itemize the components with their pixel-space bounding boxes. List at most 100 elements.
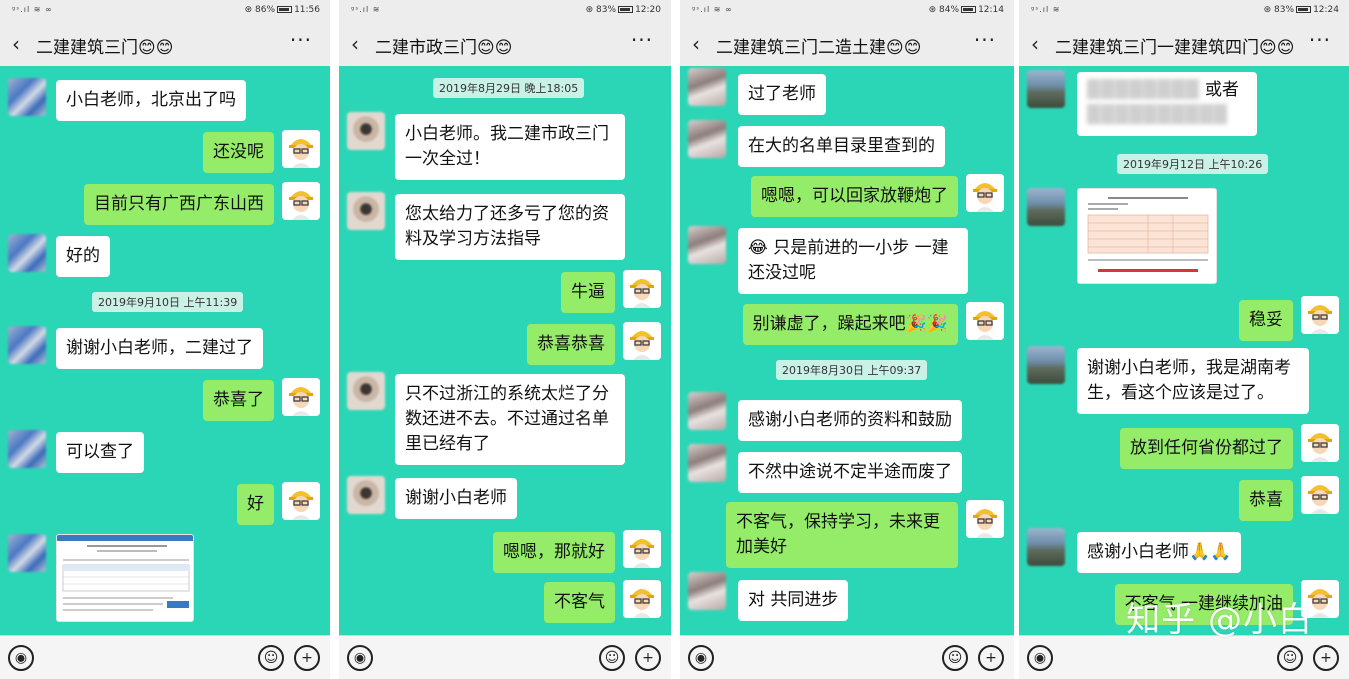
battery-label: ⊛ 83% <box>585 5 617 15</box>
my-avatar[interactable] <box>623 270 661 308</box>
input-bar: ◉ ☺ + <box>0 635 330 679</box>
my-avatar[interactable] <box>1301 296 1339 334</box>
back-icon[interactable]: ‹ <box>12 32 20 56</box>
message-in: 谢谢小白老师，二建过了 <box>56 328 263 369</box>
contact-avatar[interactable] <box>8 430 46 468</box>
contact-avatar[interactable] <box>688 226 726 264</box>
my-avatar[interactable] <box>282 482 320 520</box>
message-out: 放到任何省份都过了 <box>1120 428 1293 469</box>
message-out: 不客气，保持学习，未来更加美好 <box>726 502 958 568</box>
title-bar: ‹ 二建建筑三门一建建筑四门😊😊 ··· <box>1019 22 1349 66</box>
emoji-icon[interactable]: ☺ <box>599 645 625 671</box>
screenshot-collage: ᵍˢ.ıl ≋ ∞ ⊛ 86% 11:56 ‹ 二建建筑三门😊😊 ··· 小白老师… <box>0 0 1349 679</box>
my-avatar[interactable] <box>966 302 1004 340</box>
my-avatar[interactable] <box>623 530 661 568</box>
message-out: 还没呢 <box>203 132 274 173</box>
message-in: 对 共同进步 <box>738 580 849 621</box>
chat-area[interactable]: 2019年8月29日 晚上18:05 小白老师。我二建市政三门一次全过！ 您太给… <box>339 66 671 635</box>
contact-avatar[interactable] <box>1027 528 1065 566</box>
contact-avatar[interactable] <box>1027 346 1065 384</box>
more-icon[interactable]: ··· <box>974 28 996 52</box>
message-in: 😂 只是前进的一小步 一建还没过呢 <box>738 228 968 294</box>
emoji-icon[interactable]: ☺ <box>1277 645 1303 671</box>
status-right: ⊛ 83% 12:24 <box>1264 5 1339 15</box>
my-avatar[interactable] <box>623 322 661 360</box>
contact-avatar[interactable] <box>8 326 46 364</box>
chat-panel-1: ᵍˢ.ıl ≋ ∞ ⊛ 86% 11:56 ‹ 二建建筑三门😊😊 ··· 小白老师… <box>0 0 330 679</box>
emoji-icon[interactable]: ☺ <box>258 645 284 671</box>
message-in: 小白老师，北京出了吗 <box>56 80 246 121</box>
redacted-text: ████████ <box>1087 80 1200 100</box>
message-in: 只不过浙江的系统太烂了分数还进不去。不过通过名单里已经有了 <box>395 374 625 465</box>
my-avatar[interactable] <box>623 580 661 618</box>
signal-icons: ᵍˢ.ıl ≋ ∞ <box>692 5 733 14</box>
plus-icon[interactable]: + <box>635 645 661 671</box>
message-text: 或者 <box>1205 80 1239 100</box>
clock: 12:14 <box>978 5 1004 15</box>
clock: 11:56 <box>294 5 320 15</box>
my-avatar[interactable] <box>966 174 1004 212</box>
timestamp: 2019年8月30日 上午09:37 <box>776 360 928 380</box>
contact-avatar[interactable] <box>347 476 385 514</box>
message-in: 可以查了 <box>56 432 144 473</box>
contact-avatar[interactable] <box>8 234 46 272</box>
more-icon[interactable]: ··· <box>290 28 312 52</box>
back-icon[interactable]: ‹ <box>351 32 359 56</box>
voice-icon[interactable]: ◉ <box>1027 645 1053 671</box>
voice-icon[interactable]: ◉ <box>8 645 34 671</box>
status-right: ⊛ 84% 12:14 <box>929 5 1004 15</box>
plus-icon[interactable]: + <box>294 645 320 671</box>
voice-icon[interactable]: ◉ <box>347 645 373 671</box>
signal-icons: ᵍˢ.ıl ≋ <box>351 5 381 14</box>
my-avatar[interactable] <box>282 378 320 416</box>
clock: 12:24 <box>1313 5 1339 15</box>
image-message-score-table[interactable] <box>1077 188 1217 284</box>
back-icon[interactable]: ‹ <box>1031 32 1039 56</box>
more-icon[interactable]: ··· <box>1309 28 1331 52</box>
message-in: 不然中途说不定半途而废了 <box>738 452 962 493</box>
my-avatar[interactable] <box>282 182 320 220</box>
chat-title: 二建建筑三门一建建筑四门😊😊 <box>1055 38 1295 58</box>
plus-icon[interactable]: + <box>978 645 1004 671</box>
contact-avatar[interactable] <box>688 444 726 482</box>
contact-avatar[interactable] <box>347 192 385 230</box>
battery-label: ⊛ 84% <box>928 5 960 15</box>
chat-area[interactable]: ████████ 或者 ██████████ 2019年9月12日 上午10:2… <box>1019 66 1349 635</box>
clock: 12:20 <box>635 5 661 15</box>
chat-area[interactable]: 过了老师 在大的名单目录里查到的 嗯嗯，可以回家放鞭炮了 😂 只是前进的一小步 … <box>680 66 1014 635</box>
contact-avatar[interactable] <box>8 78 46 116</box>
more-icon[interactable]: ··· <box>631 28 653 52</box>
contact-avatar[interactable] <box>8 534 46 572</box>
contact-avatar[interactable] <box>347 112 385 150</box>
voice-icon[interactable]: ◉ <box>688 645 714 671</box>
title-bar: ‹ 二建建筑三门二造土建😊😊 ··· <box>680 22 1014 66</box>
my-avatar[interactable] <box>1301 476 1339 514</box>
back-icon[interactable]: ‹ <box>692 32 700 56</box>
image-message-score-report[interactable] <box>56 534 194 622</box>
contact-avatar[interactable] <box>688 572 726 610</box>
emoji-icon[interactable]: ☺ <box>942 645 968 671</box>
redacted-text: ██████████ <box>1087 105 1228 125</box>
contact-avatar[interactable] <box>1027 188 1065 226</box>
contact-avatar[interactable] <box>688 120 726 158</box>
my-avatar[interactable] <box>1301 424 1339 462</box>
contact-avatar[interactable] <box>347 372 385 410</box>
battery-icon <box>618 6 634 13</box>
message-out: 稳妥 <box>1239 300 1293 341</box>
message-in: 谢谢小白老师，我是湖南考生，看这个应该是过了。 <box>1077 348 1309 414</box>
my-avatar[interactable] <box>282 130 320 168</box>
message-out: 恭喜了 <box>203 380 274 421</box>
my-avatar[interactable] <box>966 500 1004 538</box>
battery-label: ⊛ 83% <box>1263 5 1295 15</box>
chat-title: 二建建筑三门😊😊 <box>36 38 174 58</box>
contact-avatar[interactable] <box>688 68 726 106</box>
message-out: 牛逼 <box>561 272 615 313</box>
contact-avatar[interactable] <box>1027 70 1065 108</box>
chat-area[interactable]: 小白老师，北京出了吗 还没呢 目前只有广西广东山西 好的 2019年9月10日 … <box>0 66 330 635</box>
message-out: 别谦虚了，躁起来吧🎉🎉 <box>742 304 958 345</box>
message-in: 在大的名单目录里查到的 <box>738 126 945 167</box>
plus-icon[interactable]: + <box>1313 645 1339 671</box>
message-in: 感谢小白老师的资料和鼓励 <box>738 400 962 441</box>
contact-avatar[interactable] <box>688 392 726 430</box>
message-in: 小白老师。我二建市政三门一次全过！ <box>395 114 625 180</box>
